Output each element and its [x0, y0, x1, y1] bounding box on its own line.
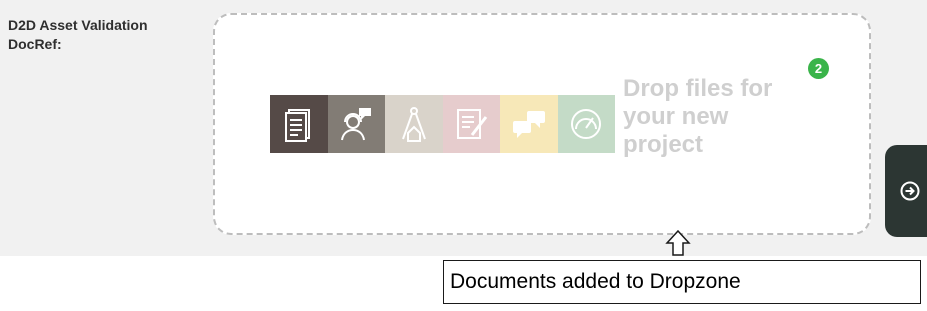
dropzone-message: Drop files for your new project: [623, 75, 823, 159]
tile-document: [270, 95, 328, 153]
speedometer-icon: [571, 109, 602, 139]
dropzone-illustration: [270, 95, 615, 153]
document-icon: [284, 109, 310, 142]
dropzone-message-line-1: Drop files for: [623, 75, 773, 102]
tile-contract: [442, 95, 500, 153]
file-count-badge: 2: [808, 58, 829, 79]
annotation-callout: Documents added to Dropzone: [443, 260, 921, 304]
tile-speedometer: [557, 95, 615, 153]
form-panel: D2D Asset Validation DocRef: Drop files …: [0, 0, 927, 256]
arrow-circle-right-icon: [900, 181, 920, 201]
architecture-icon: [401, 107, 426, 142]
field-label: D2D Asset Validation DocRef:: [8, 16, 198, 54]
field-label-line-1: D2D Asset Validation: [8, 17, 148, 33]
tile-chat: [500, 95, 558, 153]
up-arrow-icon: [665, 229, 691, 256]
chat-bubbles-icon: [512, 111, 545, 138]
dropzone-message-line-2: your new: [623, 103, 729, 130]
support-agent-icon: [341, 108, 372, 141]
contract-icon: [457, 109, 488, 139]
tile-architecture: [385, 95, 443, 153]
dropzone-message-line-3: project: [623, 131, 704, 158]
field-label-line-2: DocRef:: [8, 36, 62, 52]
tile-support: [327, 95, 385, 153]
next-side-button[interactable]: [885, 145, 927, 237]
